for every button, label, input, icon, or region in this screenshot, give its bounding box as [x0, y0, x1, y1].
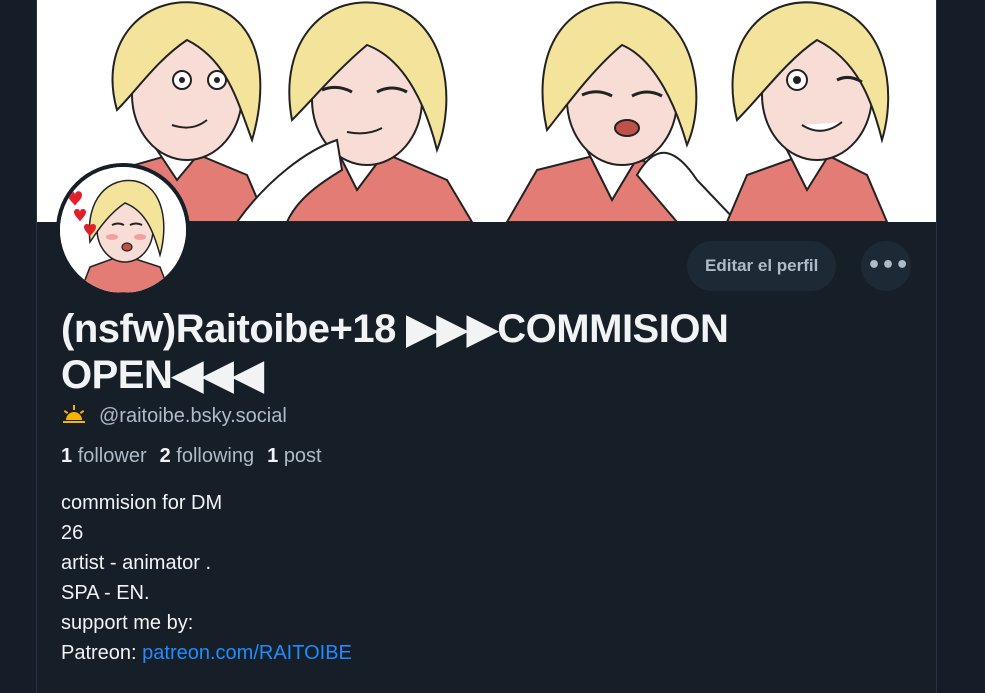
bio-line: artist - animator . [61, 552, 212, 574]
ellipsis-icon: ••• [867, 253, 910, 278]
profile-stats: 1 follower 2 following 1 post [61, 445, 322, 468]
profile-column: Editar el perfil ••• (nsfw)Raitoibe+18 ▶… [36, 0, 937, 693]
more-options-button[interactable]: ••• [861, 241, 911, 291]
bio-line: 26 [61, 522, 84, 544]
display-name-line-2: OPEN◀◀◀ [61, 353, 264, 397]
patreon-label: Patreon: [61, 642, 137, 664]
avatar-image [60, 167, 186, 293]
followers-link[interactable]: 1 follower [61, 445, 147, 468]
bio-line: SPA - EN. [61, 582, 150, 604]
display-name: (nsfw)Raitoibe+18 ▶▶▶COMMISION OPEN◀◀◀ [61, 306, 901, 398]
handle-row: @raitoibe.bsky.social [61, 404, 287, 429]
sunrise-icon [61, 404, 87, 429]
display-name-line-1: (nsfw)Raitoibe+18 ▶▶▶COMMISION [61, 307, 729, 351]
bio-patreon-line: Patreon: patreon.com/RAITOIBE [61, 638, 352, 668]
bio-line: support me by: [61, 612, 194, 634]
followers-count: 1 [61, 445, 73, 467]
posts-stat: 1 post [267, 445, 322, 468]
following-link[interactable]: 2 following [160, 445, 255, 468]
bio-line: commision for DM [61, 492, 223, 514]
following-label: following [176, 445, 255, 467]
avatar[interactable] [56, 163, 190, 297]
edit-profile-button[interactable]: Editar el perfil [687, 241, 837, 291]
profile-bio: commision for DM 26 artist - animator . … [61, 488, 352, 668]
posts-count: 1 [267, 445, 279, 467]
followers-label: follower [77, 445, 147, 467]
posts-label: post [283, 445, 322, 467]
handle[interactable]: @raitoibe.bsky.social [99, 405, 287, 428]
patreon-link[interactable]: patreon.com/RAITOIBE [142, 642, 352, 664]
following-count: 2 [159, 445, 171, 467]
